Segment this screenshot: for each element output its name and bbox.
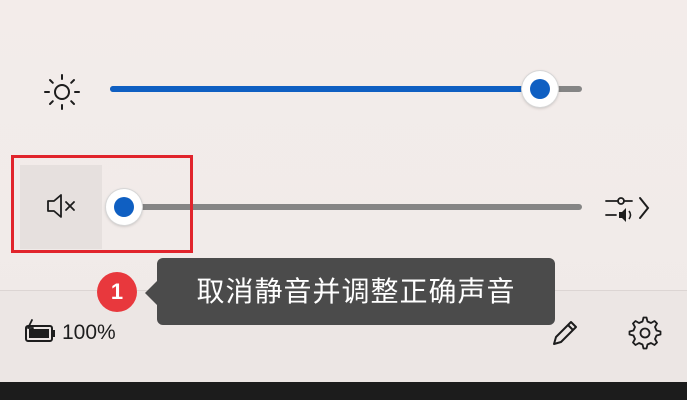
tooltip-arrow	[145, 281, 157, 305]
step-number-badge: 1	[97, 272, 137, 312]
audio-output-settings-icon[interactable]	[600, 190, 662, 226]
battery-charging-icon[interactable]	[22, 319, 58, 345]
brightness-slider[interactable]	[110, 71, 582, 107]
instruction-tooltip: 取消静音并调整正确声音	[157, 258, 555, 325]
quick-settings-panel: 100% 取消静音并调整正确声音 1	[0, 0, 687, 400]
battery-percentage[interactable]: 100%	[62, 320, 116, 346]
mute-highlight-frame	[11, 155, 193, 253]
brightness-slider-thumb[interactable]	[522, 71, 558, 107]
screen-bottom-edge	[0, 382, 687, 400]
brightness-slider-fill	[110, 86, 540, 92]
gear-icon[interactable]	[628, 316, 662, 350]
sun-icon	[44, 74, 80, 110]
